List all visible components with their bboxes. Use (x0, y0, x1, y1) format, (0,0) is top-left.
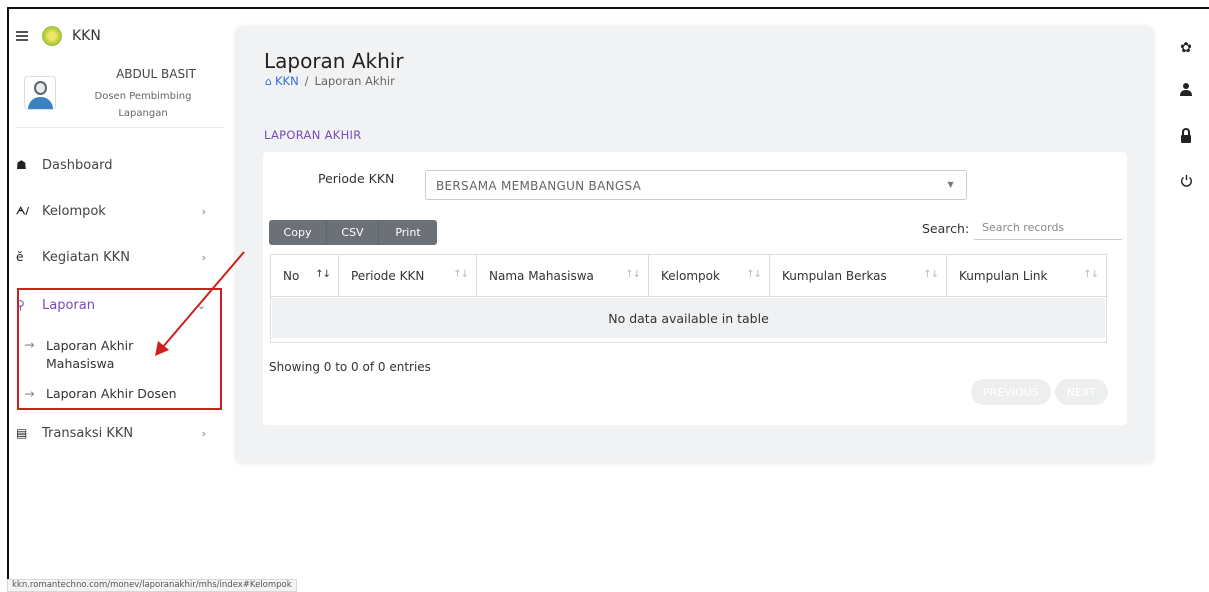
breadcrumb-current: Laporan Akhir (314, 74, 395, 88)
search-input[interactable] (974, 216, 1122, 240)
avatar (24, 76, 56, 110)
sort-icon: ↑↓ (746, 269, 762, 280)
sidebar-item-label: Transaksi KKN (42, 425, 134, 441)
pagination: PREVIOUS NEXT (971, 379, 1112, 405)
profile-role: Dosen Pembimbing Lapangan (94, 91, 192, 119)
sidebar-item-dashboard[interactable]: ☗ Dashboard (16, 150, 216, 180)
sidebar-item-label: Kegiatan KKN (42, 249, 130, 265)
sidebar-item-transaksi-kkn[interactable]: ▤ Transaksi KKN › (16, 418, 216, 448)
chevron-right-icon: › (201, 250, 206, 264)
breadcrumb-separator: / (304, 74, 309, 88)
brand-name: KKN (72, 28, 101, 44)
column-header-kelompok[interactable]: Kelompok ↑↓ (649, 255, 770, 297)
home-icon: ☗ (16, 158, 27, 172)
data-table: No ↑↓ Periode KKN ↑↓ Nama Mahasiswa ↑↓ K… (270, 254, 1107, 343)
chevron-right-icon: › (201, 426, 206, 440)
periode-selected-value: BERSAMA MEMBANGUN BANGSA (436, 179, 642, 193)
brand: KKN (16, 26, 101, 46)
column-header-nama-mahasiswa[interactable]: Nama Mahasiswa ↑↓ (477, 255, 649, 297)
power-icon[interactable] (1176, 174, 1196, 191)
table-header: No ↑↓ Periode KKN ↑↓ Nama Mahasiswa ↑↓ K… (271, 255, 1106, 297)
sort-icon: ↑↓ (923, 269, 939, 280)
user-icon[interactable] (1176, 82, 1196, 100)
home-icon: ⌂ (265, 74, 272, 88)
chevron-right-icon: › (201, 204, 206, 218)
next-button[interactable]: NEXT (1054, 379, 1108, 405)
hamburger-menu-icon[interactable] (16, 31, 28, 41)
settings-icon[interactable]: ✿ (1176, 40, 1196, 56)
chevron-down-icon: ▼ (947, 180, 954, 189)
print-button[interactable]: Print (379, 220, 437, 245)
periode-select[interactable]: BERSAMA MEMBANGUN BANGSA ▼ (425, 170, 967, 200)
sort-icon: ↑↓ (315, 269, 331, 280)
section-label: LAPORAN AKHIR (264, 128, 362, 142)
page-title: Laporan Akhir (264, 49, 404, 73)
sort-icon: ↑↓ (453, 269, 469, 280)
column-header-periode-kkn[interactable]: Periode KKN ↑↓ (339, 255, 477, 297)
book-icon: ▤ (16, 426, 28, 440)
breadcrumb: ⌂ KKN / Laporan Akhir (265, 74, 395, 88)
kkn-logo (42, 26, 62, 46)
search-label: Search: (922, 221, 970, 236)
status-bar-url: kkn.romantechno.com/monev/laporanakhir/m… (7, 579, 297, 592)
column-header-kumpulan-berkas[interactable]: Kumpulan Berkas ↑↓ (770, 255, 947, 297)
column-header-kumpulan-link[interactable]: Kumpulan Link ↑↓ (947, 255, 1106, 297)
sidebar-item-kelompok[interactable]: ᗅ/ Kelompok › (16, 196, 216, 226)
copy-button[interactable]: Copy (269, 220, 327, 245)
sidebar-item-label: Dashboard (42, 157, 113, 173)
lock-icon[interactable] (1176, 128, 1196, 147)
sidebar-item-kegiatan-kkn[interactable]: ӗ Kegiatan KKN › (16, 242, 216, 272)
csv-button[interactable]: CSV (327, 220, 379, 245)
empty-table-message: No data available in table (272, 298, 1105, 338)
breadcrumb-home-link[interactable]: KKN (275, 74, 299, 88)
user-profile: ABDUL BASIT Dosen Pembimbing Lapangan (16, 58, 224, 128)
profile-name: ABDUL BASIT (116, 67, 196, 81)
annotation-highlight-box (17, 288, 222, 410)
column-header-no[interactable]: No ↑↓ (271, 255, 339, 297)
sort-icon: ↑↓ (625, 269, 641, 280)
periode-label: Periode KKN (318, 171, 395, 186)
previous-button[interactable]: PREVIOUS (971, 379, 1051, 405)
export-button-group: Copy CSV Print (269, 220, 437, 245)
sidebar-item-label: Kelompok (42, 203, 106, 219)
entries-info: Showing 0 to 0 of 0 entries (269, 360, 431, 374)
sort-icon: ↑↓ (1083, 269, 1099, 280)
users-icon: ᗅ/ (16, 205, 30, 217)
activity-icon: ӗ (16, 250, 24, 264)
